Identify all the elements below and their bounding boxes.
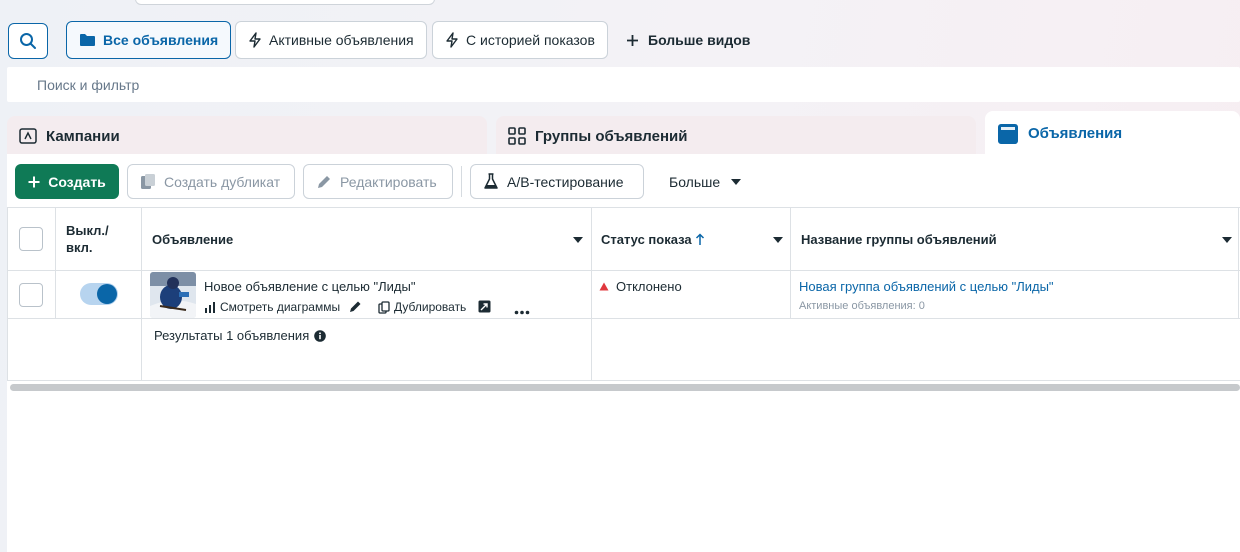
grid-icon (508, 127, 526, 145)
view-tab-label: С историей показов (466, 32, 595, 48)
adset-active-ads-count: Активные объявления: 0 (799, 300, 925, 312)
row-checkbox[interactable] (19, 283, 43, 307)
bar-chart-icon (205, 301, 215, 313)
ad-name[interactable]: Новое объявление с целью "Лиды" (204, 279, 415, 294)
edit-label: Редактировать (340, 173, 437, 190)
folder-icon (80, 34, 95, 46)
campaign-icon (19, 128, 37, 144)
table-top-border (7, 207, 1240, 208)
ab-test-button[interactable]: A/B-тестирование (470, 164, 644, 199)
col-border (7, 207, 8, 381)
column-menu-caret-icon[interactable] (773, 237, 783, 243)
toolbar-divider (461, 166, 462, 197)
top-frame (135, 0, 435, 5)
view-tab-history[interactable]: С историей показов (432, 21, 608, 59)
status-text: Отклонено (616, 279, 682, 294)
search-icon (20, 33, 36, 49)
more-views-button[interactable]: Больше видов (626, 21, 750, 59)
plus-icon (627, 34, 638, 46)
edit-row-action[interactable] (349, 300, 362, 316)
row-bottom-border (7, 318, 1240, 319)
footer-bottom-border (7, 380, 1240, 381)
preview-row-action[interactable] (478, 300, 491, 316)
more-views-label: Больше видов (648, 32, 751, 48)
more-label: Больше (669, 173, 721, 190)
search-filter-input[interactable]: Поиск и фильтр (7, 67, 1240, 102)
tab-ads[interactable]: Объявления (985, 111, 1240, 156)
ad-thumbnail[interactable] (150, 272, 196, 318)
main-panel (7, 154, 1240, 552)
edit-button[interactable]: Редактировать (303, 164, 453, 199)
col-border (790, 207, 791, 319)
duplicate-row-action[interactable]: Дублировать (378, 300, 466, 314)
tab-campaigns[interactable]: Кампании (7, 116, 487, 156)
view-tab-label: Все объявления (103, 32, 219, 48)
pencil-icon (318, 175, 330, 188)
tab-adsets[interactable]: Группы объявлений (496, 116, 976, 156)
sort-ascending-icon (695, 233, 704, 245)
view-tab-all-ads[interactable]: Все объявления (66, 21, 232, 59)
plus-icon (28, 176, 40, 187)
info-icon[interactable] (314, 329, 327, 342)
duplicate-label: Создать дубликат (164, 173, 281, 190)
col-border (591, 207, 592, 381)
duplicate-row-label: Дублировать (394, 300, 467, 314)
col-border (141, 207, 142, 381)
column-header-toggle[interactable]: Выкл./ вкл. (66, 222, 136, 256)
flask-icon (484, 173, 498, 189)
adset-name-link[interactable]: Новая группа объявлений с целью "Лиды" (799, 279, 1054, 294)
column-header-ad[interactable]: Объявление (152, 232, 233, 247)
view-charts-label: Смотреть диаграммы (220, 300, 341, 314)
more-dropdown[interactable]: Больше (669, 164, 742, 199)
results-summary: Результаты 1 объявления (154, 328, 327, 343)
search-placeholder: Поиск и фильтр (37, 76, 140, 93)
duplicate-button[interactable]: Создать дубликат (127, 164, 295, 199)
lightning-icon (446, 32, 458, 48)
tab-label: Объявления (1028, 125, 1123, 142)
column-header-status: Статус показа (601, 232, 692, 247)
view-tab-label: Активные объявления (269, 32, 414, 48)
ad-status-toggle[interactable] (80, 283, 118, 305)
duplicate-icon (141, 174, 155, 189)
column-header-adset-name[interactable]: Название группы объявлений (801, 232, 997, 247)
caret-down-icon (731, 178, 742, 185)
lightning-icon (249, 32, 261, 48)
warning-triangle-icon (599, 282, 609, 291)
tab-label: Группы объявлений (535, 127, 688, 145)
column-menu-caret-icon[interactable] (573, 237, 583, 243)
header-bottom-border (7, 270, 1240, 271)
view-tab-active-ads[interactable]: Активные объявления (235, 21, 427, 59)
open-preview-icon (478, 300, 491, 313)
duplicate-icon (378, 300, 390, 314)
create-label: Создать (48, 173, 106, 190)
column-header-status-wrap[interactable]: Статус показа (601, 232, 705, 247)
delivery-status: Отклонено (599, 279, 682, 294)
ellipsis-icon (514, 310, 530, 315)
results-text: Результаты 1 объявления (154, 328, 310, 343)
col-border (55, 207, 56, 319)
horizontal-scrollbar[interactable] (10, 384, 1240, 391)
select-all-checkbox[interactable] (19, 227, 43, 251)
search-button[interactable] (8, 23, 48, 59)
col-border (1238, 207, 1239, 319)
tab-label: Кампании (46, 127, 120, 145)
view-charts-action[interactable]: Смотреть диаграммы (204, 300, 340, 314)
ad-icon (998, 123, 1018, 144)
ab-test-label: A/B-тестирование (507, 173, 624, 190)
pencil-icon (350, 301, 361, 312)
column-menu-caret-icon[interactable] (1222, 237, 1232, 243)
create-button[interactable]: Создать (15, 164, 119, 199)
more-actions-button[interactable] (514, 303, 530, 318)
